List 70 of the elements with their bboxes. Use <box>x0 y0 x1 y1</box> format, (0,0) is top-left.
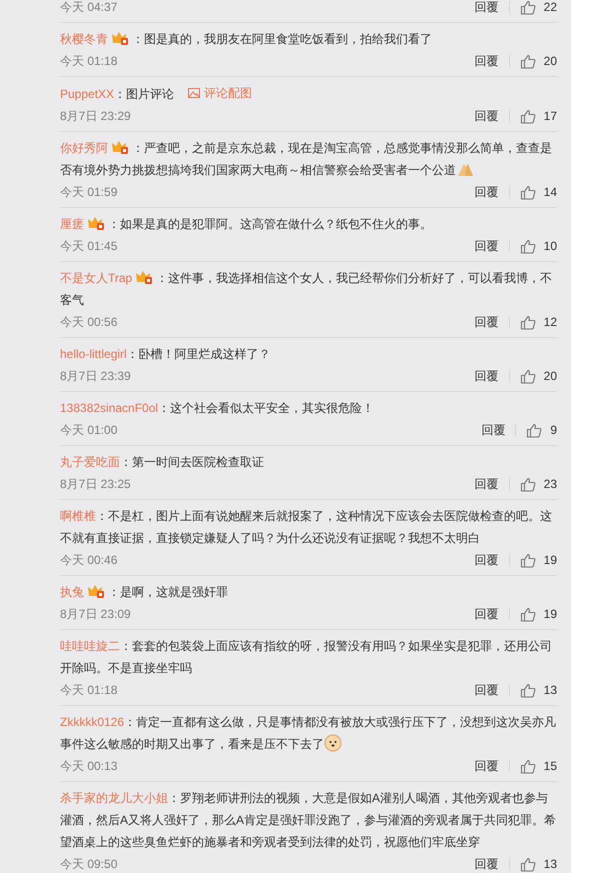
thumbs-up-icon[interactable] <box>520 552 536 568</box>
comment-time: 今天 01:00 <box>60 422 118 439</box>
reply-link[interactable]: 回覆 <box>474 237 499 255</box>
reply-link[interactable]: 回覆 <box>474 52 499 70</box>
comment-text: 杀手家的龙儿大小姐：罗翔老师讲刑法的视频，大意是假如A灌别人喝酒，其他旁观者也参与灌酒，然后A又将人强奸了，那么A肯定是强奸罪没跑了，参与灌酒的旁观者属于共同犯罪。希望酒桌上的这些臭鱼烂虾的施暴者和旁观者受到法律的处罚，祝愿他们牢底坐穿 <box>60 790 557 851</box>
reply-link[interactable]: 回覆 <box>481 421 506 439</box>
comment-text: 啊椎椎：不是杠，图片上面有说她醒来后就报案了，这种情况下应该会去医院做检查的吧。这不就有直接证据，直接锁定嫌疑人了吗？为什么还说没有证据呢？我想不太明白 <box>60 508 553 547</box>
like-count: 10 <box>544 238 557 255</box>
thumbs-up-icon[interactable] <box>520 856 536 872</box>
thumbs-up-icon[interactable] <box>520 184 536 200</box>
reply-link[interactable]: 回覆 <box>474 757 499 775</box>
like-count: 14 <box>544 184 557 201</box>
comment-time: 8月7日 23:25 <box>60 476 131 493</box>
comment-text: 不是女人Trap ：这件事，我选择相信这个女人，我已经帮你们分析好了，可以看我博，不客气 <box>60 268 554 309</box>
comment-text: 138382sinacnF0ol：这个社会看似太平安全，其实很危险！ <box>60 400 374 417</box>
thumbs-up-icon[interactable] <box>520 682 536 698</box>
comment-text: Zkkkkk0126：肯定一直都有这么做，只是事情都没有被放大或强行压下了，没想到这次吴亦凡事件这么敏感的时期又出事了，看来是压不下去了 <box>60 714 557 754</box>
like-count: 20 <box>544 368 557 385</box>
reply-link[interactable]: 回覆 <box>474 475 499 493</box>
like-count: 13 <box>544 856 557 873</box>
like-count: 23 <box>544 476 557 493</box>
reply-link[interactable]: 回覆 <box>474 367 499 385</box>
reply-link[interactable]: 回覆 <box>474 605 499 623</box>
thumbs-up-icon[interactable] <box>526 422 542 438</box>
comment-time: 今天 01:59 <box>60 184 118 201</box>
thumbs-up-icon[interactable] <box>520 368 536 384</box>
comment-text: 丸子爱吃面：第一时间去医院检查取证 <box>60 454 264 471</box>
thumbs-up-icon[interactable] <box>520 314 536 330</box>
thumbs-up-icon[interactable] <box>520 476 536 492</box>
comment-text: PuppetXX：图片评论 评论配图 <box>60 82 252 105</box>
thumbs-up-icon[interactable] <box>520 0 536 14</box>
comment-text: 哇哇哇旋二：套套的包装袋上面应该有指纹的呀，报警没有用吗？如果坐实是犯罪，还用公司开除吗。不是直接坐牢吗 <box>60 638 553 677</box>
comment-time: 今天 01:45 <box>60 238 118 255</box>
reply-link[interactable]: 回覆 <box>474 681 499 699</box>
like-count: 19 <box>544 552 557 569</box>
comment-time: 今天 01:18 <box>60 682 118 699</box>
comment-text: hello-littlegirl：卧槽！阿里烂成这样了？ <box>60 346 271 363</box>
reply-link[interactable]: 回覆 <box>474 0 499 16</box>
comment-time: 8月7日 23:29 <box>60 108 131 125</box>
reply-link[interactable]: 回覆 <box>474 107 499 125</box>
comment-text: 执兔 ：是啊，这就是强奸罪 <box>60 582 228 601</box>
comment-time: 今天 00:56 <box>60 314 118 331</box>
thumbs-up-icon[interactable] <box>520 54 536 68</box>
thumbs-up-icon[interactable] <box>520 238 536 254</box>
like-count: 20 <box>544 53 557 70</box>
reply-link[interactable]: 回覆 <box>474 855 499 873</box>
like-count: 12 <box>544 314 557 331</box>
reply-link[interactable]: 回覆 <box>474 183 499 201</box>
like-count: 22 <box>544 0 557 16</box>
comment-time: 今天 04:37 <box>60 0 118 16</box>
like-count: 13 <box>544 682 557 699</box>
comment-time: 8月7日 23:39 <box>60 368 131 385</box>
thumbs-up-icon[interactable] <box>520 108 536 124</box>
like-count: 9 <box>550 422 557 439</box>
thumbs-up-icon[interactable] <box>520 758 536 774</box>
reply-link[interactable]: 回覆 <box>474 313 499 331</box>
comment-text: 秋樱冬青 ：图是真的，我朋友在阿里食堂吃饭看到，拍给我们看了 <box>60 29 432 48</box>
reply-link[interactable]: 回覆 <box>474 551 499 569</box>
comment-time: 今天 01:18 <box>60 53 118 70</box>
image-icon <box>188 88 200 98</box>
comment-text: 你好秀阿 ：严查吧，之前是京东总裁，现在是淘宝高管，总感觉事情没那么简单，查查是否有境外势力挑拨想搞垮我们国家两大电商～相信警察会给受害者一个公道 <box>60 138 553 179</box>
comment-time: 8月7日 23:09 <box>60 606 131 623</box>
thumbs-up-icon[interactable] <box>520 606 536 622</box>
comment-time: 今天 00:13 <box>60 758 118 775</box>
like-count: 15 <box>544 758 557 775</box>
comment-time: 今天 00:46 <box>60 552 118 569</box>
comment-text: 厘瘥 ：如果是真的是犯罪阿。这高管在做什么？纸包不住火的事。 <box>60 214 432 233</box>
like-count: 19 <box>544 606 557 623</box>
comment-time: 今天 09:50 <box>60 856 118 873</box>
like-count: 17 <box>544 108 557 125</box>
